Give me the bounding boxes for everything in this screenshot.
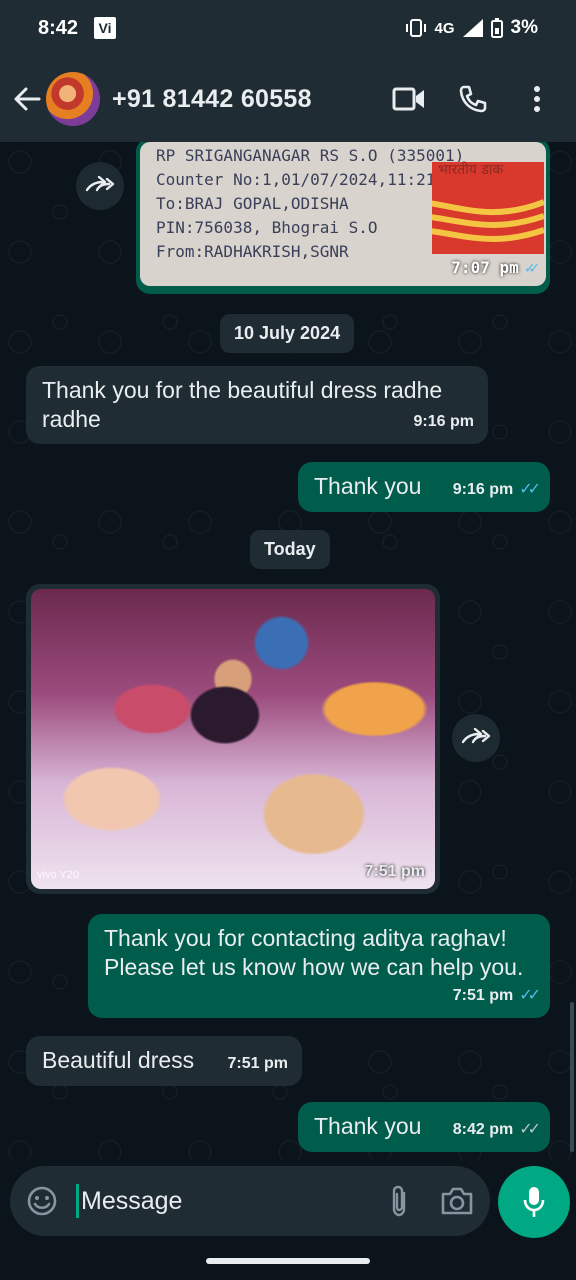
status-icons: 4G 3% — [405, 17, 538, 39]
scrollbar[interactable] — [570, 1002, 574, 1152]
more-options-button[interactable] — [520, 82, 554, 116]
video-call-icon — [392, 87, 424, 111]
battery-percent: 3% — [510, 17, 538, 38]
emoji-icon[interactable] — [26, 1185, 58, 1217]
chat-area[interactable]: RP SRIGANGANAGAR RS S.O (335001) Counter… — [0, 142, 576, 1160]
forward-button[interactable] — [76, 162, 124, 210]
camera-icon[interactable] — [440, 1186, 474, 1216]
message-input-box[interactable]: Message — [10, 1166, 490, 1236]
video-call-button[interactable] — [392, 82, 426, 116]
delivered-ticks-icon: ✓✓ — [519, 1121, 541, 1138]
read-ticks-icon: ✓✓ — [519, 481, 541, 498]
contact-name[interactable]: +91 81442 60558 — [112, 85, 312, 114]
forward-button[interactable] — [452, 714, 500, 762]
forward-icon — [461, 728, 491, 744]
more-vert-icon — [534, 86, 540, 112]
voice-call-icon — [459, 85, 487, 113]
status-bar: 8:42 Vi 4G 3% — [0, 0, 576, 56]
microphone-icon — [523, 1187, 545, 1217]
message-time: 7:51 pm — [452, 987, 514, 1004]
signal-icon — [462, 19, 483, 37]
message-text: Thank you for the beautiful dress radhe … — [42, 377, 443, 432]
receipt-image-message[interactable]: RP SRIGANGANAGAR RS S.O (335001) Counter… — [136, 142, 550, 294]
chat-header: +91 81442 60558 — [0, 56, 576, 142]
incoming-message[interactable]: Beautiful dress 7:51 pm — [26, 1036, 302, 1086]
forward-icon — [85, 176, 115, 192]
gesture-nav-bar[interactable] — [206, 1258, 370, 1264]
post-horn-icon — [432, 199, 544, 242]
message-time: 7:51 pm — [227, 1055, 288, 1072]
camera-watermark: vivo Y20 — [37, 869, 79, 881]
network-type: 4G — [434, 19, 455, 37]
message-text: Thank you for contacting aditya raghav! … — [104, 925, 524, 980]
message-meta: 9:16 pm ✓✓ — [452, 475, 541, 504]
message-meta: 7:07 pm ✓✓ — [451, 256, 539, 280]
date-separator: Today — [250, 530, 330, 569]
date-separator: 10 July 2024 — [220, 314, 355, 353]
message-time: 7:51 pm — [364, 863, 425, 880]
message-meta: 7:51 pm ✓✓ — [452, 981, 541, 1010]
battery-icon — [490, 18, 503, 38]
message-time: 9:16 pm — [452, 481, 514, 498]
attach-icon[interactable] — [388, 1185, 410, 1217]
outgoing-message[interactable]: Thank you 8:42 pm ✓✓ — [298, 1102, 550, 1152]
outgoing-message[interactable]: Thank you 9:16 pm ✓✓ — [298, 462, 550, 512]
receipt-photo[interactable]: RP SRIGANGANAGAR RS S.O (335001) Counter… — [140, 142, 546, 286]
deity-photo[interactable]: vivo Y20 7:51 pm — [31, 589, 435, 889]
india-post-logo: भारतीय डाक — [432, 162, 544, 254]
status-time: 8:42 — [38, 16, 79, 39]
outgoing-message[interactable]: Thank you for contacting aditya raghav! … — [88, 914, 550, 1018]
voice-record-button[interactable] — [498, 1166, 570, 1238]
incoming-image-message[interactable]: vivo Y20 7:51 pm — [26, 584, 440, 894]
message-meta: 7:51 pm — [365, 863, 425, 881]
message-time: 9:16 pm — [413, 413, 474, 430]
vibrate-icon — [405, 19, 426, 37]
carrier-badge: Vi — [94, 17, 117, 39]
read-ticks-icon: ✓✓ — [524, 258, 539, 277]
back-button[interactable] — [12, 84, 42, 114]
contact-avatar[interactable] — [46, 72, 100, 126]
read-ticks-icon: ✓✓ — [519, 987, 541, 1004]
message-time: 7:07 pm — [451, 258, 519, 277]
message-meta: 7:51 pm — [228, 1049, 288, 1078]
composer: Message — [0, 1160, 576, 1246]
incoming-message[interactable]: Thank you for the beautiful dress radhe … — [26, 366, 488, 444]
message-meta: 8:42 pm ✓✓ — [452, 1115, 541, 1144]
message-meta: 9:16 pm — [414, 407, 474, 436]
back-arrow-icon — [14, 87, 41, 111]
voice-call-button[interactable] — [456, 82, 490, 116]
message-time: 8:42 pm — [452, 1121, 514, 1138]
message-input[interactable]: Message — [76, 1184, 182, 1218]
